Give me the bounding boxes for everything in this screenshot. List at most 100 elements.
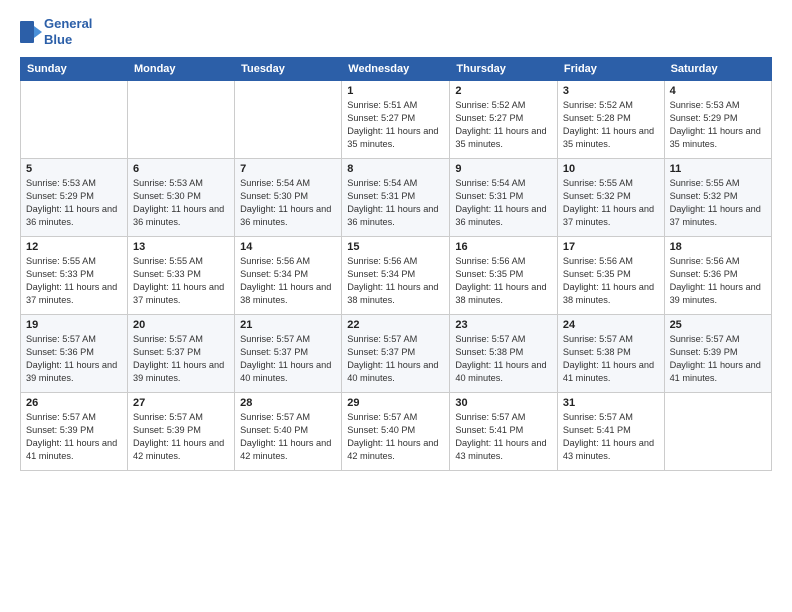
day-info: Sunrise: 5:57 AMSunset: 5:38 PMDaylight:…: [455, 333, 552, 385]
day-number: 17: [563, 241, 659, 253]
day-number: 3: [563, 85, 659, 97]
calendar-cell: 7 Sunrise: 5:54 AMSunset: 5:30 PMDaylight…: [235, 159, 342, 237]
day-info: Sunrise: 5:54 AMSunset: 5:31 PMDaylight:…: [455, 177, 552, 229]
day-number: 10: [563, 163, 659, 175]
calendar-cell: 16 Sunrise: 5:56 AMSunset: 5:35 PMDayligh…: [450, 237, 558, 315]
calendar-cell: 5Sunrise: 5:53 AMSunset: 5:29 PMDaylight…: [21, 159, 128, 237]
calendar-container: General Blue SundayMondayTuesdayWednesda…: [0, 0, 792, 612]
calendar-cell: 29Sunrise: 5:57 AMSunset: 5:40 PMDayligh…: [342, 393, 450, 471]
day-info: Sunrise: 5:52 AMSunset: 5:27 PMDaylight:…: [455, 99, 552, 151]
weekday-header-sunday: Sunday: [21, 58, 128, 81]
day-number: 9: [455, 163, 552, 175]
day-info: Sunrise: 5:56 AMSunset: 5:36 PMDaylight:…: [670, 255, 766, 307]
day-number: 31: [563, 397, 659, 409]
calendar-cell: 21Sunrise: 5:57 AMSunset: 5:37 PMDayligh…: [235, 315, 342, 393]
calendar-cell: [21, 81, 128, 159]
calendar-cell: 19 Sunrise: 5:57 AMSunset: 5:36 PMDayligh…: [21, 315, 128, 393]
day-info: Sunrise: 5:56 AMSunset: 5:34 PMDaylight:…: [240, 255, 336, 307]
logo-general-text: General: [44, 16, 92, 32]
calendar-cell: [235, 81, 342, 159]
day-info: Sunrise: 5:55 AMSunset: 5:33 PMDaylight:…: [26, 255, 122, 307]
calendar-cell: 17 Sunrise: 5:56 AMSunset: 5:35 PMDayligh…: [557, 237, 664, 315]
calendar-cell: 30 Sunrise: 5:57 AMSunset: 5:41 PMDayligh…: [450, 393, 558, 471]
day-info: Sunrise: 5:56 AMSunset: 5:35 PMDaylight:…: [455, 255, 552, 307]
day-info: Sunrise: 5:51 AMSunset: 5:27 PMDaylight:…: [347, 99, 444, 151]
day-number: 8: [347, 163, 444, 175]
calendar-week-5: 26 Sunrise: 5:57 AMSunset: 5:39 PMDayligh…: [21, 393, 772, 471]
calendar-cell: 18 Sunrise: 5:56 AMSunset: 5:36 PMDayligh…: [664, 237, 771, 315]
day-number: 14: [240, 241, 336, 253]
day-number: 13: [133, 241, 229, 253]
day-number: 2: [455, 85, 552, 97]
day-info: Sunrise: 5:57 AMSunset: 5:40 PMDaylight:…: [240, 411, 336, 463]
calendar-cell: 12 Sunrise: 5:55 AMSunset: 5:33 PMDayligh…: [21, 237, 128, 315]
day-number: 25: [670, 319, 766, 331]
day-number: 6: [133, 163, 229, 175]
day-number: 15: [347, 241, 444, 253]
calendar-cell: 24Sunrise: 5:57 AMSunset: 5:38 PMDayligh…: [557, 315, 664, 393]
header: General Blue: [20, 16, 772, 47]
weekday-header-thursday: Thursday: [450, 58, 558, 81]
day-number: 16: [455, 241, 552, 253]
day-info: Sunrise: 5:53 AMSunset: 5:29 PMDaylight:…: [26, 177, 122, 229]
day-number: 12: [26, 241, 122, 253]
calendar-cell: 14 Sunrise: 5:56 AMSunset: 5:34 PMDayligh…: [235, 237, 342, 315]
calendar-cell: 6Sunrise: 5:53 AMSunset: 5:30 PMDaylight…: [127, 159, 234, 237]
calendar-cell: 3 Sunrise: 5:52 AMSunset: 5:28 PMDaylight…: [557, 81, 664, 159]
calendar-cell: 4 Sunrise: 5:53 AMSunset: 5:29 PMDaylight…: [664, 81, 771, 159]
logo-blue-text: Blue: [44, 32, 92, 48]
calendar-cell: 9 Sunrise: 5:54 AMSunset: 5:31 PMDaylight…: [450, 159, 558, 237]
calendar-cell: 27 Sunrise: 5:57 AMSunset: 5:39 PMDayligh…: [127, 393, 234, 471]
day-number: 20: [133, 319, 229, 331]
logo: General Blue: [20, 16, 92, 47]
logo-svg: [20, 21, 42, 43]
day-number: 19: [26, 319, 122, 331]
day-info: Sunrise: 5:57 AMSunset: 5:40 PMDaylight:…: [347, 411, 444, 463]
day-info: Sunrise: 5:57 AMSunset: 5:37 PMDaylight:…: [347, 333, 444, 385]
calendar-header-row: SundayMondayTuesdayWednesdayThursdayFrid…: [21, 58, 772, 81]
day-number: 27: [133, 397, 229, 409]
day-number: 23: [455, 319, 552, 331]
weekday-header-saturday: Saturday: [664, 58, 771, 81]
day-number: 22: [347, 319, 444, 331]
day-info: Sunrise: 5:56 AMSunset: 5:35 PMDaylight:…: [563, 255, 659, 307]
day-info: Sunrise: 5:56 AMSunset: 5:34 PMDaylight:…: [347, 255, 444, 307]
day-number: 18: [670, 241, 766, 253]
day-number: 30: [455, 397, 552, 409]
day-number: 26: [26, 397, 122, 409]
day-info: Sunrise: 5:57 AMSunset: 5:36 PMDaylight:…: [26, 333, 122, 385]
day-info: Sunrise: 5:57 AMSunset: 5:38 PMDaylight:…: [563, 333, 659, 385]
day-number: 28: [240, 397, 336, 409]
calendar-cell: 1 Sunrise: 5:51 AMSunset: 5:27 PMDaylight…: [342, 81, 450, 159]
calendar-cell: 2 Sunrise: 5:52 AMSunset: 5:27 PMDaylight…: [450, 81, 558, 159]
day-info: Sunrise: 5:54 AMSunset: 5:30 PMDaylight:…: [240, 177, 336, 229]
day-info: Sunrise: 5:52 AMSunset: 5:28 PMDaylight:…: [563, 99, 659, 151]
day-info: Sunrise: 5:57 AMSunset: 5:39 PMDaylight:…: [670, 333, 766, 385]
day-info: Sunrise: 5:53 AMSunset: 5:29 PMDaylight:…: [670, 99, 766, 151]
calendar-week-2: 5Sunrise: 5:53 AMSunset: 5:29 PMDaylight…: [21, 159, 772, 237]
calendar-cell: 13Sunrise: 5:55 AMSunset: 5:33 PMDayligh…: [127, 237, 234, 315]
day-number: 7: [240, 163, 336, 175]
day-number: 4: [670, 85, 766, 97]
day-info: Sunrise: 5:57 AMSunset: 5:39 PMDaylight:…: [26, 411, 122, 463]
day-info: Sunrise: 5:54 AMSunset: 5:31 PMDaylight:…: [347, 177, 444, 229]
calendar-cell: 31 Sunrise: 5:57 AMSunset: 5:41 PMDayligh…: [557, 393, 664, 471]
calendar-table: SundayMondayTuesdayWednesdayThursdayFrid…: [20, 57, 772, 471]
day-info: Sunrise: 5:57 AMSunset: 5:37 PMDaylight:…: [133, 333, 229, 385]
calendar-cell: 22 Sunrise: 5:57 AMSunset: 5:37 PMDayligh…: [342, 315, 450, 393]
weekday-header-tuesday: Tuesday: [235, 58, 342, 81]
calendar-cell: 15 Sunrise: 5:56 AMSunset: 5:34 PMDayligh…: [342, 237, 450, 315]
calendar-cell: 8 Sunrise: 5:54 AMSunset: 5:31 PMDaylight…: [342, 159, 450, 237]
day-info: Sunrise: 5:57 AMSunset: 5:41 PMDaylight:…: [563, 411, 659, 463]
weekday-header-friday: Friday: [557, 58, 664, 81]
weekday-header-monday: Monday: [127, 58, 234, 81]
calendar-cell: 11Sunrise: 5:55 AMSunset: 5:32 PMDayligh…: [664, 159, 771, 237]
day-info: Sunrise: 5:57 AMSunset: 5:39 PMDaylight:…: [133, 411, 229, 463]
calendar-cell: 28 Sunrise: 5:57 AMSunset: 5:40 PMDayligh…: [235, 393, 342, 471]
calendar-cell: 23 Sunrise: 5:57 AMSunset: 5:38 PMDayligh…: [450, 315, 558, 393]
calendar-week-4: 19 Sunrise: 5:57 AMSunset: 5:36 PMDayligh…: [21, 315, 772, 393]
day-number: 1: [347, 85, 444, 97]
day-info: Sunrise: 5:57 AMSunset: 5:41 PMDaylight:…: [455, 411, 552, 463]
day-number: 21: [240, 319, 336, 331]
calendar-week-1: 1 Sunrise: 5:51 AMSunset: 5:27 PMDaylight…: [21, 81, 772, 159]
